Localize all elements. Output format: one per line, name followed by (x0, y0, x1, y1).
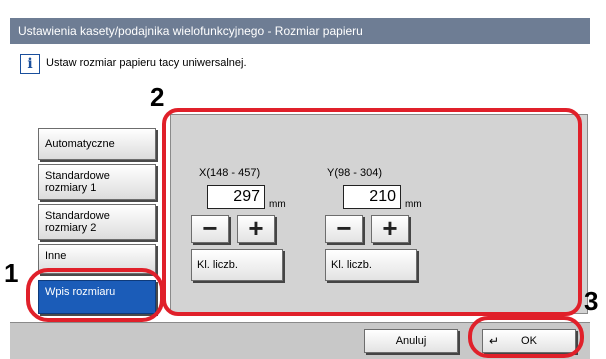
y-minus-button[interactable]: − (325, 215, 363, 243)
ok-button-label: OK (521, 335, 537, 347)
work-area: Automatyczne Standardowe rozmiary 1 Stan… (10, 92, 590, 322)
info-icon: i (20, 54, 40, 74)
callout-number-3: 3 (584, 286, 599, 316)
cancel-button[interactable]: Anuluj (364, 329, 458, 353)
option-auto[interactable]: Automatyczne (38, 128, 156, 160)
instruction-text: Ustaw rozmiar papieru tacy uniwersalnej. (46, 57, 247, 69)
size-entry-panel: X(148 - 457) 297 mm − + Kl. liczb. Y(98 … (170, 114, 588, 314)
callout-number-1: 1 (4, 258, 19, 288)
option-standard-2-label: Standardowe rozmiary 2 (45, 210, 110, 234)
x-range-label: X(148 - 457) (199, 167, 261, 179)
y-keypad-button[interactable]: Kl. liczb. (325, 249, 417, 281)
top-band (0, 0, 606, 10)
y-range-label: Y(98 - 304) (327, 167, 383, 179)
return-arrow-icon: ↵ (489, 334, 500, 348)
option-size-entry[interactable]: Wpis rozmiaru (38, 280, 156, 314)
ok-button[interactable]: ↵ OK (482, 329, 576, 353)
callout-number-2: 2 (150, 82, 165, 112)
option-auto-label: Automatyczne (45, 138, 115, 150)
x-keypad-button[interactable]: Kl. liczb. (191, 249, 283, 281)
x-minus-button[interactable]: − (191, 215, 229, 243)
option-standard-2[interactable]: Standardowe rozmiary 2 (38, 204, 156, 240)
option-other[interactable]: Inne (38, 244, 156, 274)
bottom-bar: Anuluj ↵ OK (10, 322, 590, 359)
y-plus-button[interactable]: + (371, 215, 409, 243)
option-size-entry-label: Wpis rozmiaru (45, 286, 116, 298)
window-title: Ustawienia kasety/podajnika wielofunkcyj… (10, 18, 590, 44)
x-unit-label: mm (269, 199, 286, 210)
y-unit-label: mm (405, 199, 422, 210)
message-row: i Ustaw rozmiar papieru tacy uniwersalne… (10, 44, 590, 93)
printer-screen: Ustawienia kasety/podajnika wielofunkcyj… (10, 18, 590, 359)
x-value-field[interactable]: 297 (207, 185, 265, 209)
option-other-label: Inne (45, 250, 67, 262)
option-standard-1[interactable]: Standardowe rozmiary 1 (38, 164, 156, 200)
option-standard-1-label: Standardowe rozmiary 1 (45, 170, 110, 194)
x-plus-button[interactable]: + (237, 215, 275, 243)
y-value-field[interactable]: 210 (343, 185, 401, 209)
